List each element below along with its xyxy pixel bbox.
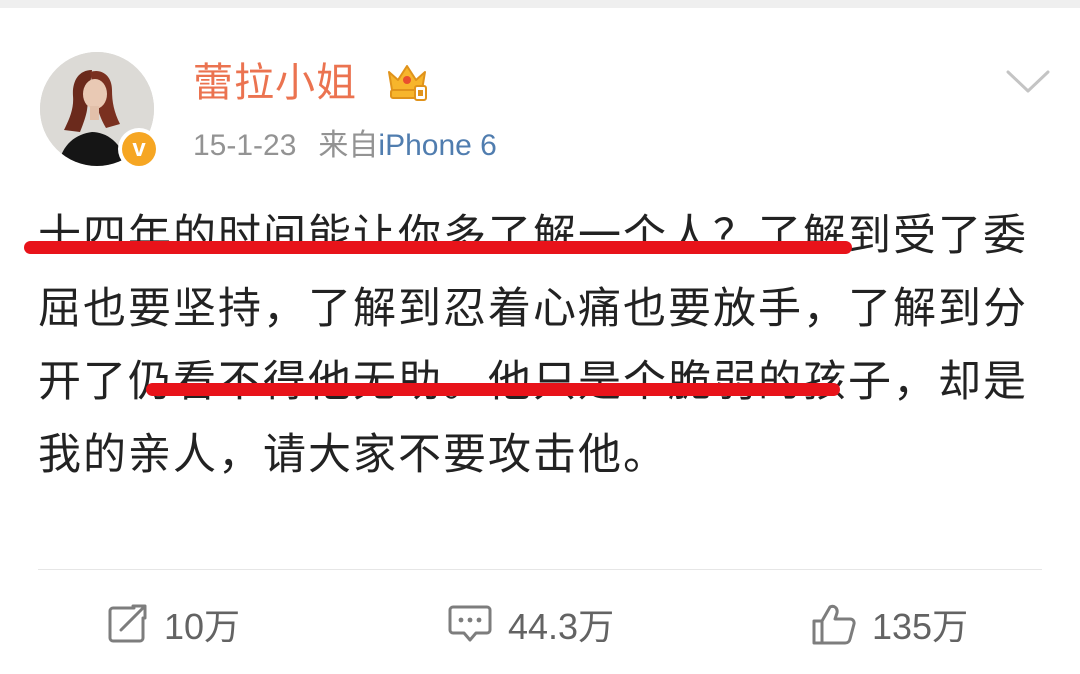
repost-button[interactable]: 10万	[104, 596, 240, 652]
top-separator	[0, 0, 1080, 8]
action-divider	[38, 569, 1042, 570]
like-count: 135万	[872, 606, 969, 647]
verified-badge: v	[118, 128, 160, 170]
verified-v-icon: v	[122, 132, 156, 166]
username[interactable]: 蕾拉小姐	[193, 53, 357, 113]
comment-button[interactable]: 44.3万	[446, 596, 614, 652]
highlight-underline-2	[146, 383, 840, 396]
repost-icon	[108, 604, 147, 643]
crown-icon	[388, 65, 427, 101]
like-icon	[812, 604, 856, 645]
source-link[interactable]: iPhone 6	[378, 129, 496, 162]
like-button[interactable]: 135万	[810, 596, 968, 652]
post-time: 15-1-23	[193, 129, 297, 162]
source-prefix: 来自	[318, 129, 379, 162]
highlight-underline-1	[24, 241, 852, 254]
post-meta: 15-1-23 来自iPhone 6	[193, 124, 497, 168]
repost-count: 10万	[164, 606, 241, 647]
comment-count: 44.3万	[508, 606, 615, 647]
comment-icon	[448, 605, 492, 642]
chevron-down-icon[interactable]	[1004, 66, 1052, 96]
